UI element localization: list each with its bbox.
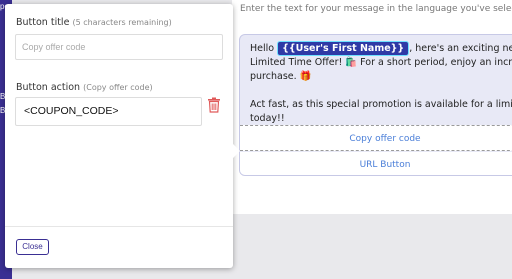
button-title-input[interactable]: Copy offer code — [15, 34, 223, 60]
close-button[interactable]: Close — [16, 239, 49, 255]
greeting-text: Hello — [250, 43, 275, 54]
variable-tag[interactable]: {{User's First Name}} — [277, 41, 410, 56]
copy-offer-code-button[interactable]: Copy offer code — [240, 125, 512, 151]
button-title-label: Button title (5 characters remaining) — [16, 17, 172, 28]
button-settings-popover: Button title (5 characters remaining) Co… — [5, 4, 240, 268]
message-text: , here's an exciting news! We're thrille… — [409, 43, 512, 54]
popover-arrow — [233, 144, 240, 158]
button-action-input[interactable]: <COUPON_CODE> — [15, 97, 202, 126]
button-action-label: Button action (Copy offer code) — [16, 82, 153, 93]
message-preview: Hello {{User's First Name}}, here's an e… — [239, 34, 512, 176]
action-type-hint: (Copy offer code) — [83, 83, 153, 92]
message-hint: Enter the text for your message in the l… — [240, 4, 512, 14]
characters-remaining-hint: (5 characters remaining) — [72, 18, 172, 27]
message-text: today!! — [250, 113, 285, 124]
message-text: Act fast, as this special promotion is a… — [250, 99, 512, 110]
url-button[interactable]: URL Button — [240, 152, 512, 175]
message-text: Limited Time Offer! 🛍️ For a short perio… — [250, 57, 512, 68]
trash-icon[interactable] — [207, 97, 221, 113]
message-text: purchase. 🎁 — [250, 71, 312, 82]
footer-divider — [5, 226, 233, 227]
message-body: Hello {{User's First Name}}, here's an e… — [240, 35, 512, 132]
